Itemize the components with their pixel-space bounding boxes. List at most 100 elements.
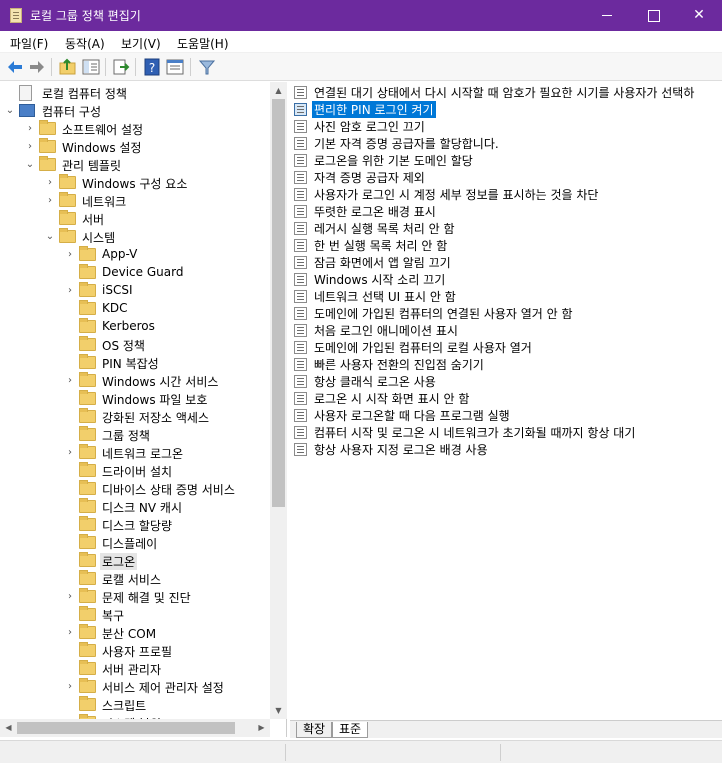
policy-setting-icon [294,409,307,422]
chevron-down-icon[interactable]: ⌄ [44,230,56,244]
menu-action[interactable]: 동작(A) [65,35,105,52]
tree-item-label: Kerberos [102,319,155,333]
minimize-button[interactable] [584,0,630,31]
folder-icon [79,534,96,549]
chevron-down-icon[interactable]: ⌄ [4,104,16,118]
help-icon[interactable]: ? [142,57,162,77]
tree-item-label: 디스크 NV 캐시 [102,501,183,515]
properties-icon[interactable] [165,57,185,77]
chevron-right-icon[interactable]: › [64,590,76,604]
folder-icon [79,354,96,369]
chevron-right-icon[interactable]: › [24,122,36,136]
status-divider [500,744,501,761]
folder-icon [79,606,96,621]
folder-icon [79,570,96,585]
policy-item-label: 연결된 대기 상태에서 다시 시작할 때 암호가 필요한 시기를 사용자가 선택… [314,86,695,100]
tab-standard[interactable]: 표준 [332,722,369,738]
policy-setting-icon [294,426,307,439]
up-folder-icon[interactable] [58,57,78,77]
folder-icon [79,624,96,639]
folder-icon [39,120,56,135]
computer-icon [19,104,35,117]
chevron-right-icon[interactable]: › [64,446,76,460]
tree-item-label: 드라이버 설치 [102,465,173,479]
policy-setting-icon [294,205,307,218]
toolbar-separator [135,58,136,76]
policy-setting-icon [294,307,307,320]
tree-item-label: PIN 복잡성 [102,357,159,371]
chevron-right-icon[interactable]: › [24,140,36,154]
status-divider [285,744,286,761]
menu-file[interactable]: 파일(F) [10,35,48,52]
folder-icon [79,264,96,279]
scroll-up-arrow-icon[interactable]: ▲ [270,82,287,99]
chevron-down-icon[interactable]: ⌄ [24,158,36,172]
menu-view[interactable]: 보기(V) [121,35,161,52]
policy-item-label: 도메인에 가입된 컴퓨터의 연결된 사용자 열거 안 함 [314,307,573,321]
chevron-right-icon[interactable]: › [44,194,56,208]
tree-item-label: iSCSI [102,283,133,297]
tree-item-label: 그룹 정책 [102,429,150,443]
filter-icon[interactable] [197,57,217,77]
chevron-right-icon[interactable]: › [64,248,76,262]
folder-icon [79,462,96,477]
tab-extended[interactable]: 확장 [296,722,333,738]
chevron-right-icon[interactable]: › [44,176,56,190]
tree-item-label: Windows 파일 보호 [102,393,208,407]
maximize-button[interactable] [630,0,676,31]
folder-icon [79,498,96,513]
policy-setting-icon [294,86,307,99]
scroll-down-arrow-icon[interactable]: ▼ [270,702,287,719]
show-hide-tree-icon[interactable] [81,57,101,77]
tree-item-label: 네트워크 [82,195,127,209]
toolbar: ? [0,53,722,81]
chevron-right-icon[interactable]: › [64,680,76,694]
title-bar: 로컬 그룹 정책 편집기 ✕ [0,0,722,31]
close-button[interactable]: ✕ [676,0,722,31]
policy-item-label: 기본 자격 증명 공급자를 할당합니다. [314,137,499,151]
folder-icon [79,372,96,387]
tree-item-label: Windows 시간 서비스 [102,375,219,389]
menu-help[interactable]: 도움말(H) [177,35,229,52]
back-arrow-icon[interactable] [5,57,25,77]
forward-arrow-icon[interactable] [27,57,47,77]
tree-horizontal-scrollbar[interactable]: ◀ ▶ [0,719,270,737]
tree-item-label: 로컬 컴퓨터 정책 [42,87,127,101]
policy-setting-icon [294,188,307,201]
policy-item-label: 한 번 실행 목록 처리 안 함 [314,239,448,253]
tree-item-label: 네트워크 로그온 [102,447,184,461]
tree-item-label: 컴퓨터 구성 [42,105,102,119]
chevron-right-icon[interactable]: › [64,626,76,640]
tree-item-label: 서버 [82,213,105,227]
folder-icon [79,552,96,567]
folder-icon [59,192,76,207]
tree-item-label: 관리 템플릿 [62,159,122,173]
policy-item-label: 네트워크 선택 UI 표시 안 함 [314,290,456,304]
policy-item-label: 잠금 화면에서 앱 알림 끄기 [314,256,451,270]
tree-item-label: Device Guard [102,265,184,279]
chevron-right-icon[interactable]: › [64,374,76,388]
tree-vertical-scrollbar[interactable]: ▲ ▼ [270,82,287,719]
policy-setting-icon [294,239,307,252]
policy-setting-icon [294,120,307,133]
scroll-right-arrow-icon[interactable]: ▶ [253,719,270,737]
tree-item-label: 문제 해결 및 진단 [102,591,191,605]
chevron-right-icon[interactable]: › [64,284,76,298]
scroll-thumb[interactable] [17,722,235,734]
folder-icon [79,588,96,603]
policy-item-label: 뚜렷한 로그온 배경 표시 [314,205,436,219]
tree-item-label: 디스플레이 [102,537,158,551]
tree-item-label: 시스템 [82,231,116,245]
scroll-left-arrow-icon[interactable]: ◀ [0,719,17,737]
folder-icon [79,642,96,657]
export-list-icon[interactable] [111,57,131,77]
scroll-thumb[interactable] [272,99,285,507]
